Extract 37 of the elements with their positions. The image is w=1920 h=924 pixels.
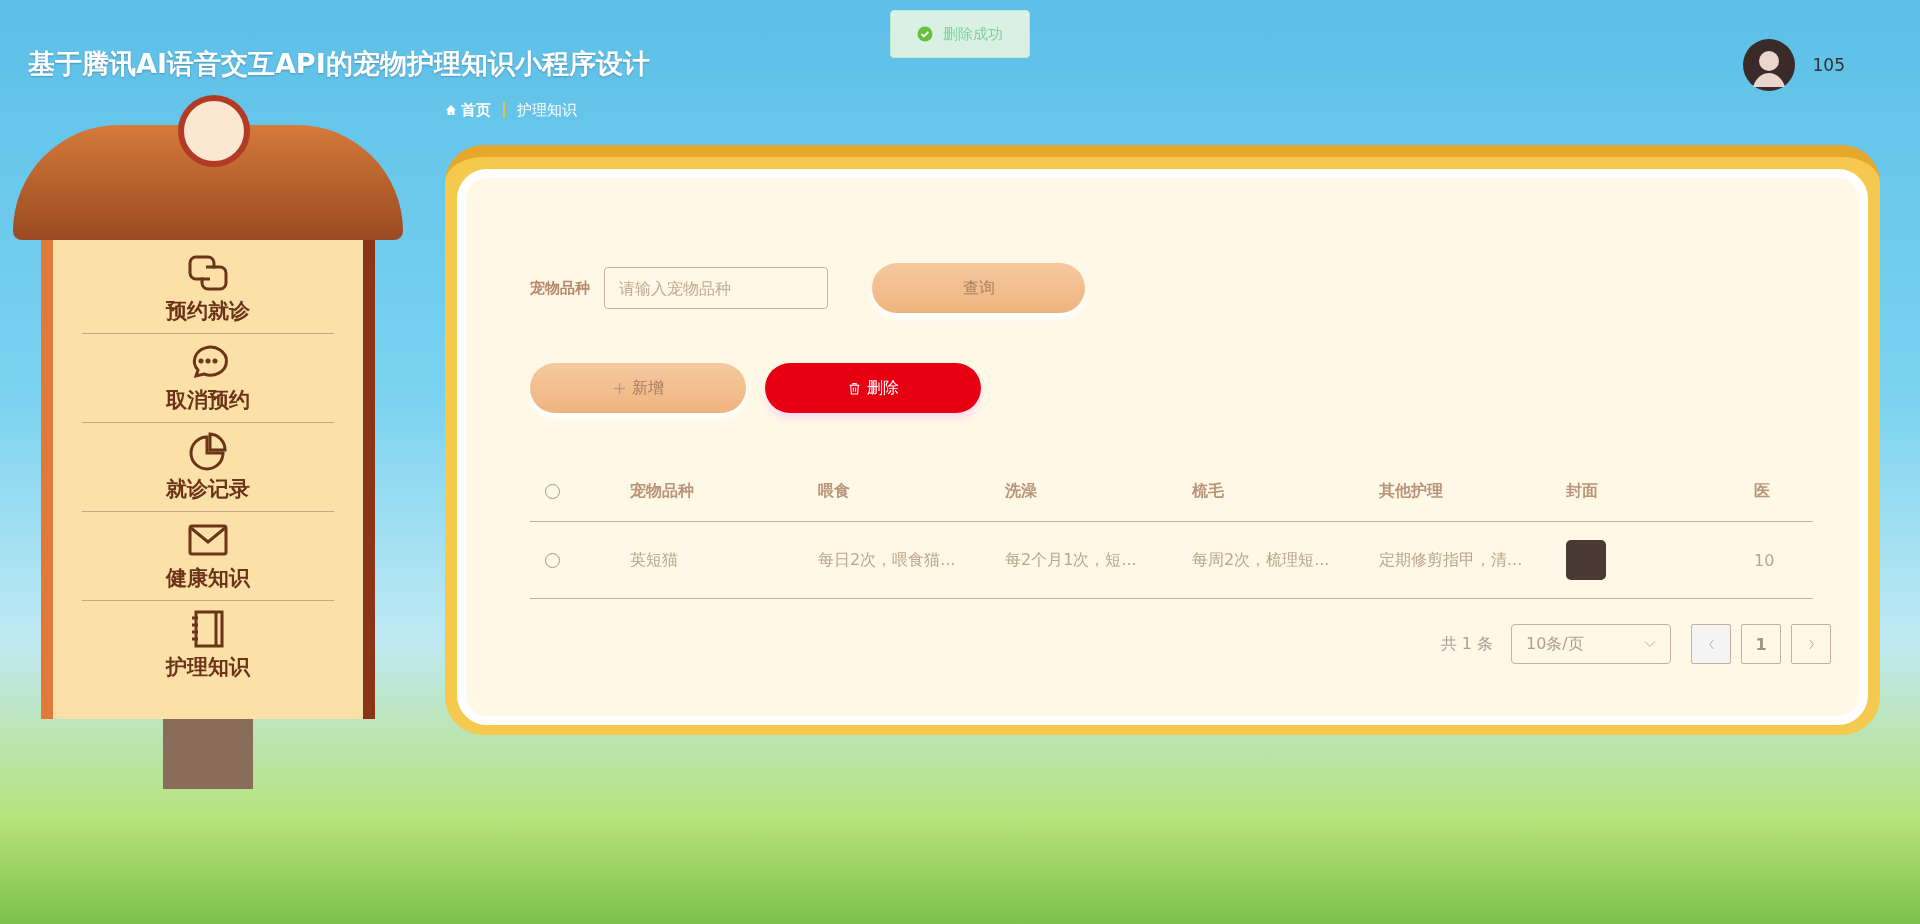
trash-icon: [847, 381, 861, 395]
plus-icon: [612, 381, 626, 395]
menu-item[interactable]: 预约就诊: [81, 245, 334, 334]
table-cell-text: 10: [1754, 550, 1776, 570]
breadcrumb-item: 护理知识: [517, 100, 577, 120]
home-icon: [445, 104, 457, 116]
column-header: 喂食: [818, 480, 851, 502]
menu-item[interactable]: 就诊记录: [81, 423, 334, 512]
table-cell-text: 每2个月1次，短...: [1005, 549, 1138, 571]
avatar-icon[interactable]: [1742, 39, 1795, 91]
previous-page-button[interactable]: [1691, 624, 1731, 664]
menu-item[interactable]: 取消预约: [81, 334, 334, 423]
chevron-left-icon: [1707, 638, 1715, 650]
table-cell-text: 每周2次，梳理短...: [1192, 549, 1331, 571]
toast-message: 删除成功: [943, 24, 1003, 44]
column-header: 洗澡: [1005, 480, 1038, 502]
app-title: 基于腾讯AI语音交互API的宠物护理知识小程序设计: [28, 47, 650, 81]
search-label: 宠物品种: [530, 278, 590, 298]
column-header: 宠物品种: [630, 480, 695, 502]
menu-item[interactable]: 护理知识: [81, 601, 334, 689]
table-cell-text: 每日2次，喂食猫...: [818, 549, 957, 571]
user-name[interactable]: 105: [1812, 55, 1845, 75]
column-header: 梳毛: [1192, 480, 1225, 502]
delete-button[interactable]: 删除: [765, 363, 981, 413]
search-field[interactable]: 请输入宠物品种: [604, 267, 828, 309]
column-header: 其他护理: [1379, 480, 1444, 502]
chevron-right-icon: [1807, 638, 1815, 650]
check-circle-icon: [917, 26, 933, 42]
photo-placeholder: [1566, 540, 1606, 580]
column-header: 医: [1754, 480, 1771, 502]
table-cell-text: 英短猫: [630, 549, 679, 571]
menu-item[interactable]: 健康知识: [81, 512, 334, 601]
next-page-button[interactable]: [1791, 624, 1831, 664]
table-cell-text: 定期修剪指甲，清...: [1379, 549, 1524, 571]
total-count: 共 1 条: [1440, 633, 1493, 655]
column-header: 封面: [1566, 480, 1599, 502]
caret-down-icon: [1644, 640, 1656, 648]
